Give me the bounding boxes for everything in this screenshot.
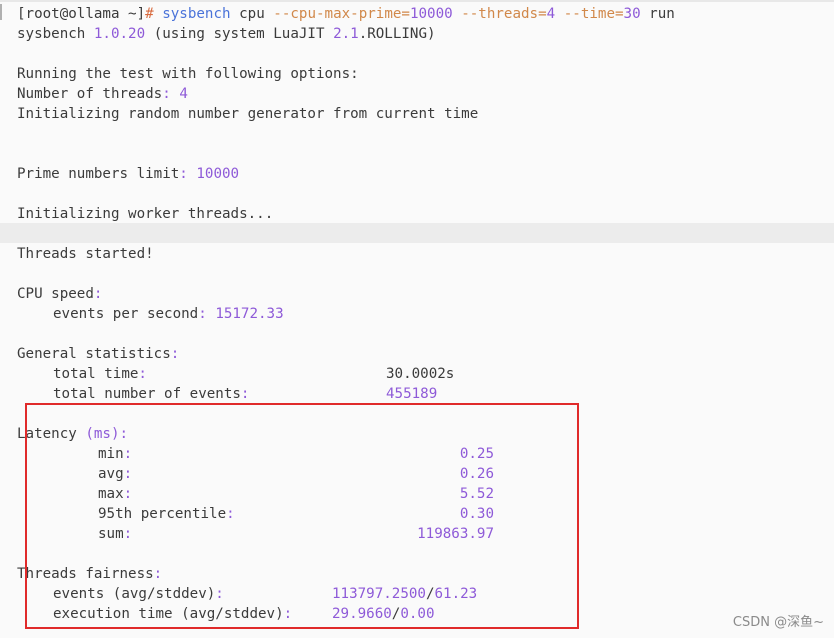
flag-threads: --threads=	[461, 6, 547, 22]
flag-cpu-max-prime: --cpu-max-prime=	[273, 6, 410, 22]
eps-line: events per second: 15172.33	[53, 304, 284, 324]
flag-cpu-max-prime-value: 10000	[409, 6, 453, 22]
cpu-speed-header: CPU speed:	[17, 284, 102, 304]
general-label: General statistics	[17, 346, 171, 362]
rng-line-text: Initializing random number generator fro…	[17, 106, 479, 122]
worker-line-text: Initializing worker threads...	[17, 206, 274, 222]
prompt-marker	[0, 4, 14, 20]
terminal-window[interactable]: [root@ollama ~]# sysbench cpu --cpu-max-…	[0, 0, 834, 638]
command-line[interactable]: [root@ollama ~]# sysbench cpu --cpu-max-…	[17, 4, 675, 24]
started-line-text: Threads started!	[17, 246, 154, 262]
version-rest-open: (using system LuaJIT	[153, 26, 334, 42]
total-events-value: 455189	[386, 386, 438, 402]
threads-line: Number of threads: 4	[17, 84, 188, 104]
prime-limit-line: Prime numbers limit: 10000	[17, 164, 239, 184]
command-arg-run: run	[649, 6, 675, 22]
total-time-value: 30.0002s	[386, 366, 455, 382]
started-line: Threads started!	[17, 244, 154, 264]
prime-value: 10000	[196, 166, 240, 182]
highlight-box	[25, 403, 579, 629]
command-arg-cpu: cpu	[239, 6, 265, 22]
top-edge	[0, 0, 834, 2]
version-number: 1.0.20	[93, 26, 146, 42]
command-name: sysbench	[162, 6, 231, 22]
flag-time-value: 30	[623, 6, 641, 22]
prompt-user-host: [root@ollama ~]	[17, 6, 146, 22]
total-events-colon: :	[240, 386, 250, 402]
version-name: sysbench	[17, 26, 86, 42]
luajit-version: 2.1	[333, 26, 359, 42]
worker-line: Initializing worker threads...	[17, 204, 273, 224]
general-colon: :	[170, 346, 180, 362]
total-events-label: total number of events	[53, 386, 241, 402]
rng-line: Initializing random number generator fro…	[17, 104, 478, 124]
prime-colon: :	[179, 166, 188, 182]
flag-time: --time=	[563, 6, 624, 22]
total-events-line: total number of events:	[53, 384, 249, 404]
version-line: sysbench 1.0.20 (using system LuaJIT 2.1…	[17, 24, 436, 44]
eps-value: 15172.33	[215, 306, 284, 322]
options-header: Running the test with following options:	[17, 64, 359, 84]
eps-colon: :	[198, 306, 207, 322]
total-time-line: total time:	[53, 364, 147, 384]
general-header: General statistics:	[17, 344, 179, 364]
version-rest-close: .ROLLING)	[358, 26, 436, 42]
total-time-colon: :	[138, 366, 147, 382]
cpu-speed-colon: :	[93, 286, 103, 302]
threads-colon: :	[162, 86, 171, 102]
current-line-highlight	[0, 223, 834, 243]
csdn-watermark: CSDN @深鱼~	[732, 615, 824, 630]
cpu-speed-label: CPU speed	[17, 286, 94, 302]
flag-threads-value: 4	[546, 6, 556, 22]
prime-label: Prime numbers limit	[17, 166, 180, 182]
eps-label: events per second	[53, 306, 199, 322]
threads-value: 4	[179, 86, 188, 102]
options-header-text: Running the test with following options:	[17, 66, 359, 82]
prompt-hash: #	[145, 6, 154, 22]
threads-label: Number of threads	[17, 86, 163, 102]
total-time-label: total time	[53, 366, 139, 382]
